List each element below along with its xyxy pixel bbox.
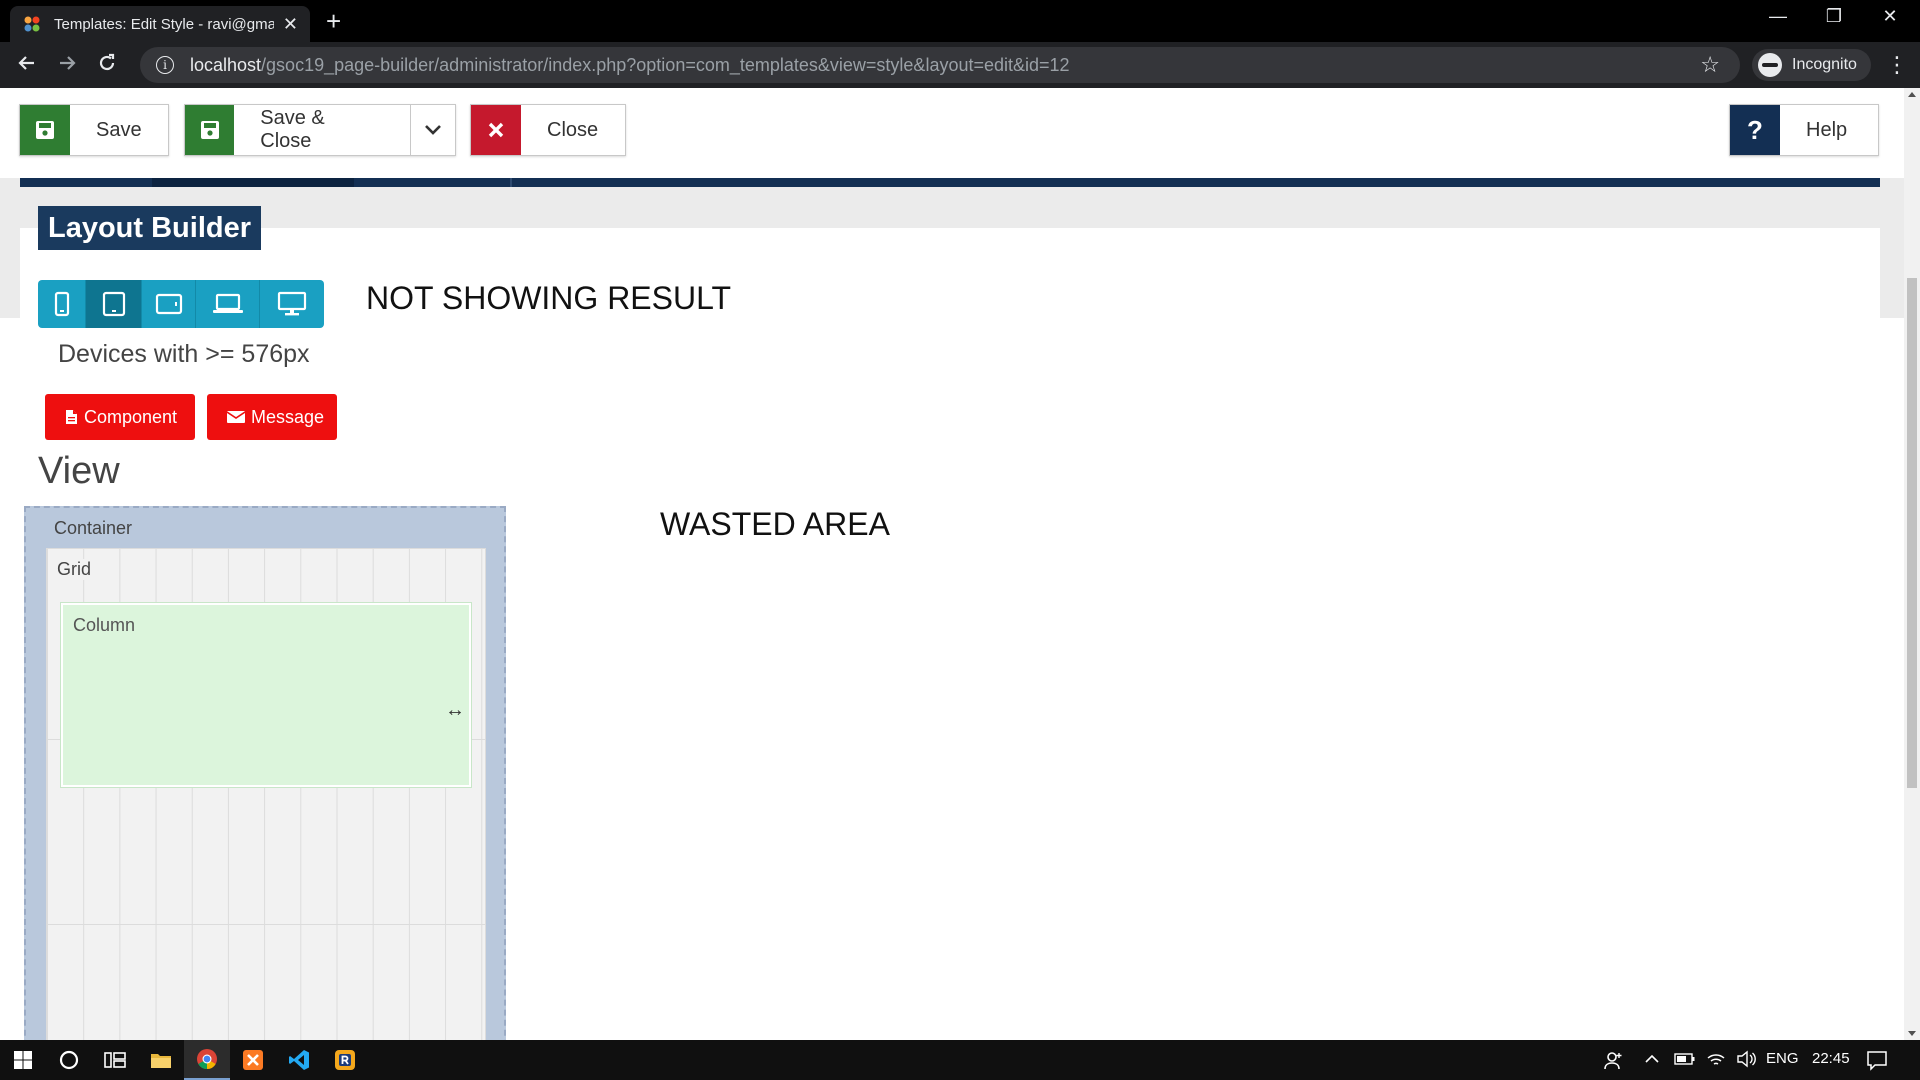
volume-icon[interactable]: [1736, 1050, 1756, 1072]
envelope-icon: [227, 410, 245, 424]
bookmark-star-icon[interactable]: ☆: [1700, 52, 1720, 78]
xampp-icon[interactable]: [230, 1040, 276, 1080]
save-close-label: Save & Close: [260, 107, 325, 152]
action-center-icon[interactable]: [1866, 1049, 1888, 1075]
page-viewport: Save Save & Close Close ? Help Layout Bu…: [0, 88, 1904, 1040]
scroll-up-icon[interactable]: [1908, 92, 1916, 97]
tab-close-icon[interactable]: ✕: [283, 15, 298, 33]
component-label: Component: [84, 406, 178, 427]
container-label: Container: [54, 518, 133, 538]
save-close-button[interactable]: Save & Close: [184, 104, 456, 156]
app-r-icon[interactable]: [322, 1040, 368, 1080]
browser-tab[interactable]: Templates: Edit Style - ravi@gma ✕: [10, 6, 310, 42]
close-x-icon: [471, 105, 521, 155]
layout-column[interactable]: Column ↔: [60, 602, 472, 788]
page-scrollbar[interactable]: [1904, 88, 1920, 1040]
joomla-favicon-icon: [22, 14, 42, 34]
browser-titlebar: Templates: Edit Style - ravi@gma ✕ + — ❐…: [0, 0, 1920, 42]
new-tab-button[interactable]: +: [326, 8, 341, 34]
laptop-icon[interactable]: [196, 280, 260, 328]
url-host: localhost: [190, 54, 262, 75]
close-label: Close: [547, 118, 599, 141]
restore-icon[interactable]: ❐: [1814, 6, 1854, 27]
help-button[interactable]: ? Help: [1729, 104, 1879, 156]
column-label: Column: [73, 615, 136, 635]
tab-strip-active: [152, 178, 354, 187]
tray-chevron-up-icon[interactable]: [1644, 1052, 1660, 1069]
window-close-icon[interactable]: ✕: [1870, 6, 1910, 27]
help-question-icon: ?: [1730, 105, 1780, 155]
grid-label: Grid: [57, 559, 98, 580]
close-button[interactable]: Close: [470, 104, 626, 156]
tablet-landscape-icon[interactable]: [142, 280, 196, 328]
message-button[interactable]: Message: [207, 394, 337, 440]
scrollbar-thumb[interactable]: [1907, 278, 1917, 788]
admin-toolbar: Save Save & Close Close ? Help: [0, 88, 1904, 178]
desktop-icon[interactable]: [260, 280, 324, 328]
message-label: Message: [251, 406, 325, 427]
chevron-down-icon[interactable]: [409, 105, 455, 155]
save-icon: [20, 105, 70, 155]
chrome-icon[interactable]: [184, 1040, 230, 1080]
language-indicator[interactable]: ENG: [1766, 1050, 1799, 1067]
windows-start-icon[interactable]: [0, 1040, 46, 1080]
vscode-icon[interactable]: [276, 1040, 322, 1080]
help-label: Help: [1806, 118, 1848, 141]
people-icon[interactable]: [1604, 1050, 1624, 1074]
annotation-not-showing: NOT SHOWING RESULT: [366, 280, 732, 316]
browser-menu-icon[interactable]: ⋮: [1886, 52, 1908, 78]
save-button[interactable]: Save: [19, 104, 169, 156]
save-label: Save: [96, 118, 142, 141]
minimize-icon[interactable]: —: [1758, 6, 1798, 27]
incognito-icon: [1758, 53, 1782, 77]
device-breakpoint-text: Devices with >= 576px: [58, 340, 310, 368]
task-view-icon[interactable]: [92, 1040, 138, 1080]
url-path: /gsoc19_page-builder/administrator/index…: [261, 54, 1070, 75]
layout-container[interactable]: Container Grid Column ↔: [24, 506, 506, 1040]
component-button[interactable]: Component: [45, 394, 195, 440]
mobile-portrait-icon[interactable]: [38, 280, 86, 328]
battery-icon[interactable]: [1674, 1052, 1696, 1070]
tab-strip-divider: [510, 178, 512, 187]
browser-addressbar: i localhost/gsoc19_page-builder/administ…: [0, 42, 1920, 88]
save-icon: [185, 105, 235, 155]
file-icon: [65, 409, 78, 425]
tab-strip: [20, 178, 1880, 187]
device-switcher: [38, 280, 324, 328]
incognito-badge[interactable]: Incognito: [1752, 49, 1871, 81]
address-input[interactable]: i localhost/gsoc19_page-builder/administ…: [140, 47, 1740, 83]
clock-time[interactable]: 22:45: [1812, 1050, 1850, 1067]
layout-grid[interactable]: Grid Column ↔: [46, 548, 486, 1040]
view-heading: View: [38, 450, 120, 492]
page-title: Layout Builder: [38, 206, 262, 250]
reload-icon[interactable]: [92, 52, 122, 80]
tab-title: Templates: Edit Style - ravi@gma: [54, 15, 274, 33]
back-icon[interactable]: [12, 52, 42, 80]
site-info-icon[interactable]: i: [156, 56, 174, 74]
scroll-down-icon[interactable]: [1908, 1031, 1916, 1036]
file-explorer-icon[interactable]: [138, 1040, 184, 1080]
annotation-wasted-area: WASTED AREA: [660, 506, 890, 542]
grid-line: [47, 924, 485, 925]
incognito-label: Incognito: [1792, 56, 1857, 73]
windows-taskbar: ENG 22:45: [0, 1040, 1920, 1080]
column-resize-handle-icon[interactable]: ↔: [445, 699, 465, 722]
forward-icon[interactable]: [52, 52, 82, 80]
cortana-search-icon[interactable]: [46, 1040, 92, 1080]
wifi-icon[interactable]: [1706, 1050, 1726, 1072]
tablet-portrait-icon[interactable]: [86, 280, 142, 328]
